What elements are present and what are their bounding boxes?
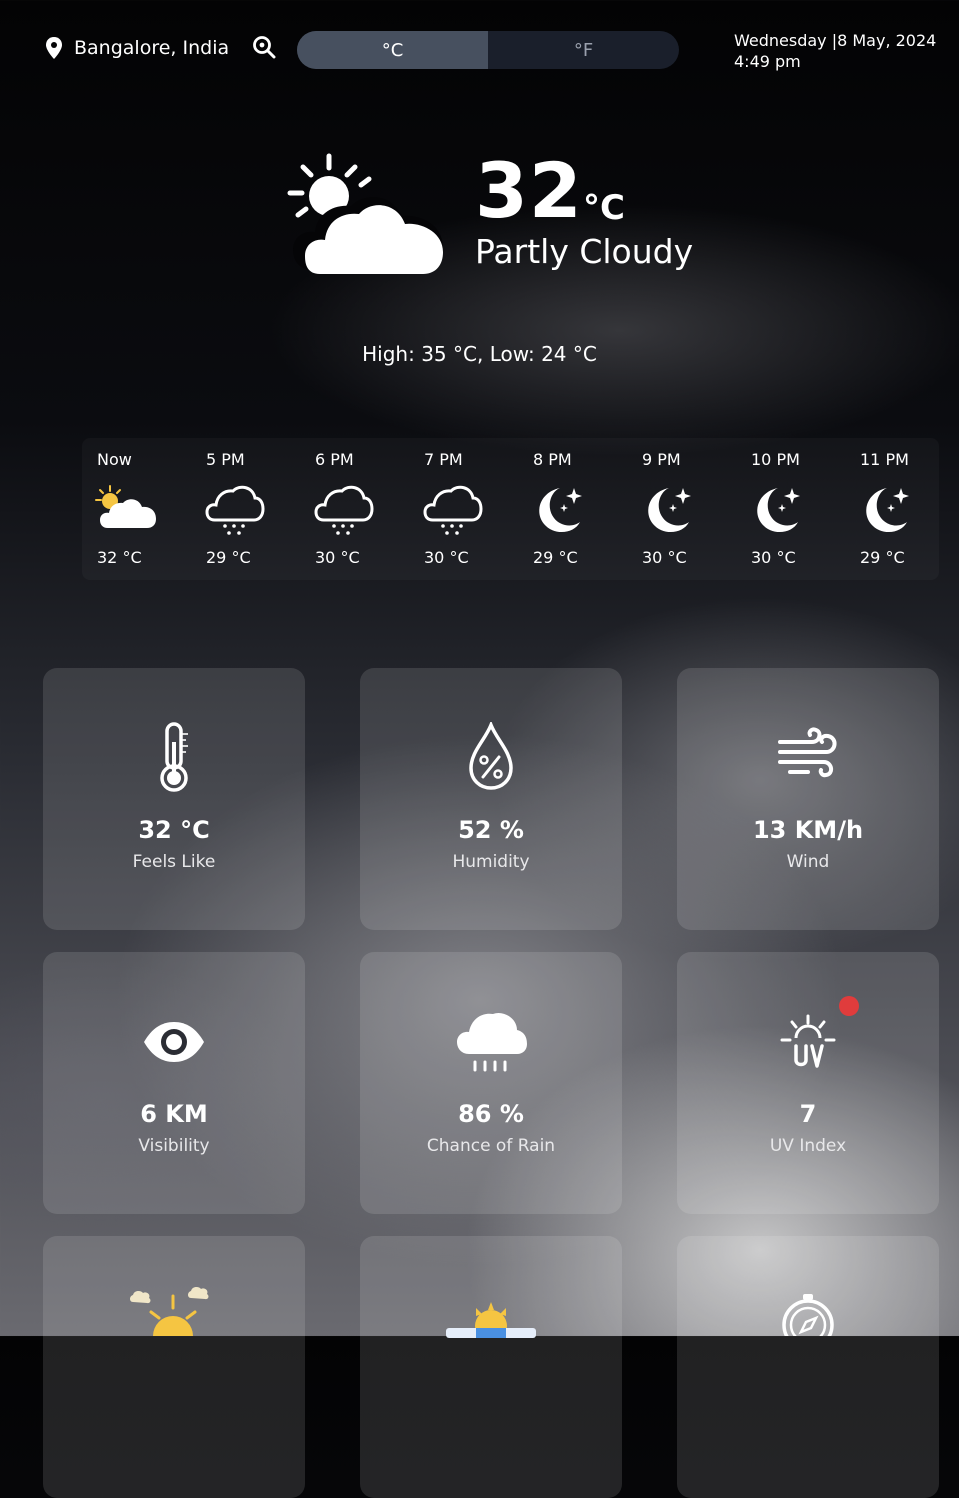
hour-time: 6 PM <box>315 450 354 469</box>
snow-cloud-icon <box>423 485 483 535</box>
uv-index-value: 7 <box>799 1100 817 1128</box>
wind-card[interactable]: 13 KM/h Wind <box>677 668 939 930</box>
current-time: 4:49 pm <box>734 52 801 71</box>
pressure-card[interactable] <box>677 1236 939 1498</box>
visibility-value: 6 KM <box>140 1100 208 1128</box>
hour-time: 9 PM <box>642 450 681 469</box>
hour-item[interactable]: Now 32 °C <box>82 438 172 580</box>
rain-chance-card[interactable]: 86 % Chance of Rain <box>360 952 622 1214</box>
uv-icon <box>780 1014 836 1068</box>
sunset-card[interactable] <box>360 1236 622 1498</box>
hourly-forecast: Now 32 °C 5 PM 29 °C 6 PM 30 °C 7 PM 30 … <box>82 438 939 580</box>
hour-item[interactable]: 6 PM 30 °C <box>300 438 390 580</box>
rain-cloud-icon <box>457 1012 527 1072</box>
hour-time: 7 PM <box>424 450 463 469</box>
unit-celsius-button[interactable]: °C <box>297 31 488 69</box>
rain-chance-label: Chance of Rain <box>426 1136 556 1156</box>
humidity-drop-icon <box>469 722 513 790</box>
current-temperature: 32 <box>475 146 583 235</box>
feels-like-value: 32 °C <box>138 816 210 844</box>
hour-item[interactable]: 9 PM 30 °C <box>627 438 717 580</box>
feels-like-card[interactable]: 32 °C Feels Like <box>43 668 305 930</box>
date-time: Wednesday |8 May, 2024 4:49 pm <box>734 30 936 72</box>
partly-cloudy-icon <box>95 485 156 528</box>
hour-temperature: 29 °C <box>206 548 251 567</box>
hour-item[interactable]: 7 PM 30 °C <box>409 438 499 580</box>
partly-cloudy-icon <box>287 153 443 274</box>
uv-index-card[interactable]: 7 UV Index <box>677 952 939 1214</box>
hour-temperature: 32 °C <box>97 548 142 567</box>
eye-icon <box>144 1022 204 1062</box>
humidity-card[interactable]: 52 % Humidity <box>360 668 622 930</box>
wind-value: 13 KM/h <box>752 816 864 844</box>
top-bar: Bangalore, India °C °F Wednesday |8 May,… <box>0 0 959 90</box>
hour-item[interactable]: 5 PM 29 °C <box>191 438 281 580</box>
humidity-value: 52 % <box>458 816 524 844</box>
hour-time: 11 PM <box>860 450 909 469</box>
humidity-label: Humidity <box>452 852 530 872</box>
hour-time: 8 PM <box>533 450 572 469</box>
wind-icon <box>778 727 837 778</box>
hour-temperature: 30 °C <box>642 548 687 567</box>
hour-temperature: 29 °C <box>860 548 905 567</box>
uv-alert-indicator <box>839 996 859 1016</box>
visibility-label: Visibility <box>138 1136 210 1156</box>
sun-clouds-icon <box>130 1286 209 1336</box>
hour-time: Now <box>97 450 132 469</box>
hour-temperature: 29 °C <box>533 548 578 567</box>
hour-temperature: 30 °C <box>315 548 360 567</box>
moon-icon <box>757 488 800 533</box>
snow-cloud-icon <box>205 485 265 535</box>
hour-temperature: 30 °C <box>424 548 469 567</box>
current-date: Wednesday |8 May, 2024 <box>734 31 937 50</box>
feels-like-label: Feels Like <box>132 852 216 872</box>
uv-index-label: UV Index <box>769 1136 847 1156</box>
unit-fahrenheit-button[interactable]: °F <box>488 31 679 69</box>
unit-toggle: °C °F <box>297 31 679 69</box>
moon-icon <box>866 488 909 533</box>
search-icon[interactable] <box>252 35 276 59</box>
hour-item[interactable]: 10 PM 30 °C <box>736 438 826 580</box>
location-pin-icon <box>46 37 62 59</box>
hour-time: 5 PM <box>206 450 245 469</box>
hour-temperature: 30 °C <box>751 548 796 567</box>
current-condition: Partly Cloudy <box>475 232 694 271</box>
wind-label: Wind <box>786 852 830 872</box>
moon-icon <box>648 488 691 533</box>
location[interactable]: Bangalore, India <box>44 36 229 60</box>
moon-icon <box>539 488 582 533</box>
hour-item[interactable]: 8 PM 29 °C <box>518 438 608 580</box>
rain-chance-value: 86 % <box>458 1100 524 1128</box>
current-weather: 32 °C Partly Cloudy <box>285 146 705 290</box>
location-name: Bangalore, India <box>74 37 230 59</box>
sunset-icon <box>446 1302 536 1338</box>
hour-item[interactable]: 11 PM 29 °C <box>845 438 935 580</box>
hour-time: 10 PM <box>751 450 800 469</box>
visibility-card[interactable]: 6 KM Visibility <box>43 952 305 1214</box>
thermometer-icon <box>160 722 188 792</box>
snow-cloud-icon <box>314 485 374 535</box>
compass-icon <box>782 1294 834 1336</box>
high-low-temperature: High: 35 °C, Low: 24 °C <box>362 342 597 366</box>
sunrise-card[interactable] <box>43 1236 305 1498</box>
current-temperature-unit: °C <box>583 188 625 228</box>
